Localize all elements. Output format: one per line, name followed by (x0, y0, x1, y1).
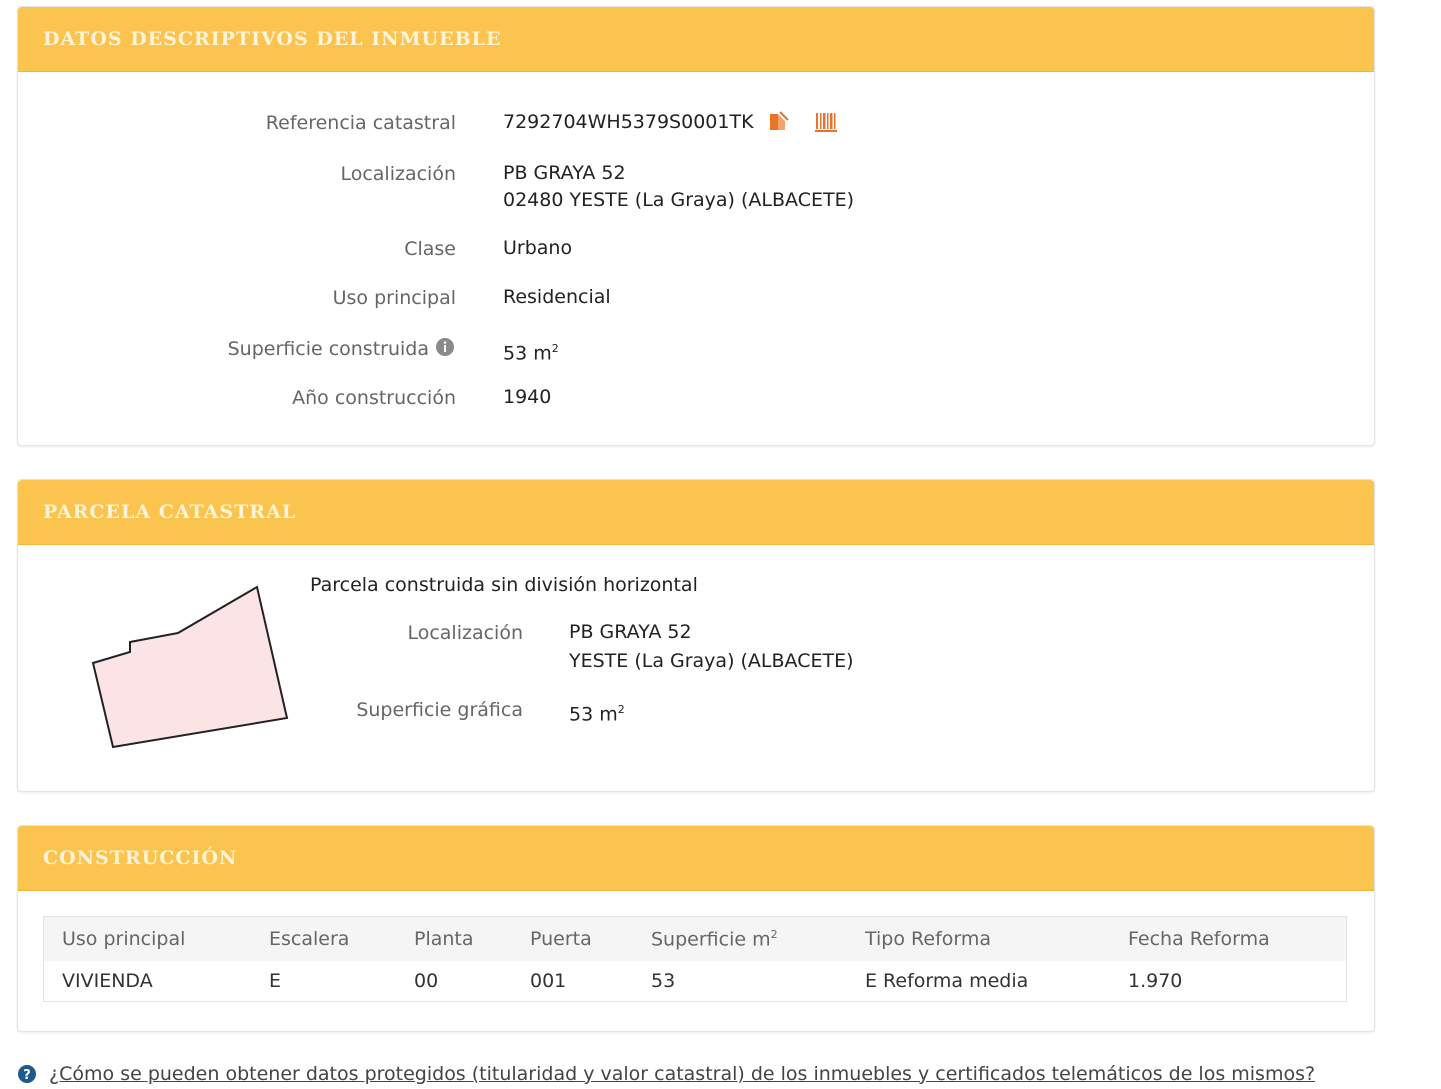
col-planta: Planta (396, 916, 512, 961)
panel-header: PARCELA CATASTRAL (18, 480, 1374, 545)
anio-value: 1940 (503, 386, 552, 408)
clase-label: Clase (404, 238, 456, 260)
anio-label: Año construcción (292, 387, 456, 409)
uso-value: Residencial (503, 286, 611, 308)
protected-data-help-link[interactable]: ¿Cómo se pueden obtener datos protegidos… (49, 1063, 1315, 1085)
localizacion-line1: PB GRAYA 52 (503, 162, 626, 184)
col-uso-principal: Uso principal (43, 916, 251, 961)
table-header-row: Uso principal Escalera Planta Puerta Sup… (43, 916, 1347, 961)
panel-header: DATOS DESCRIPTIVOS DEL INMUEBLE (18, 7, 1374, 72)
parcela-localizacion-line2: YESTE (La Graya) (ALBACETE) (569, 650, 854, 672)
copy-icon[interactable] (768, 111, 790, 133)
cell-uso: VIVIENDA (62, 970, 153, 992)
cell-superficie: 53 (651, 970, 676, 992)
cell-puerta: 001 (530, 970, 567, 992)
referencia-label: Referencia catastral (265, 112, 456, 134)
datos-descriptivos-panel: DATOS DESCRIPTIVOS DEL INMUEBLE Referenc… (17, 6, 1375, 446)
barcode-icon[interactable] (815, 111, 837, 133)
construccion-table: Uso principal Escalera Planta Puerta Sup… (43, 916, 1347, 1002)
construccion-panel: CONSTRUCCIÓN Uso principal Escalera Plan… (17, 825, 1375, 1032)
parcela-localizacion-label: Localización (407, 622, 523, 644)
panel-title: CONSTRUCCIÓN (43, 847, 238, 869)
col-superficie: Superficie m2 (633, 916, 847, 961)
panel-header: CONSTRUCCIÓN (18, 826, 1374, 891)
col-fecha-reforma: Fecha Reforma (1110, 916, 1347, 961)
cell-escalera: E (269, 970, 282, 992)
superficie-label: Superficie construida (227, 338, 429, 360)
panel-title: DATOS DESCRIPTIVOS DEL INMUEBLE (43, 28, 502, 50)
clase-value: Urbano (503, 237, 573, 259)
localizacion-line2: 02480 YESTE (La Graya) (ALBACETE) (503, 189, 854, 211)
cell-planta: 00 (414, 970, 439, 992)
help-icon: ? (17, 1064, 37, 1084)
help-footer: ? ¿Cómo se pueden obtener datos protegid… (17, 1062, 1315, 1085)
svg-text:?: ? (23, 1068, 31, 1083)
panel-title: PARCELA CATASTRAL (43, 501, 297, 523)
parcela-catastral-panel: PARCELA CATASTRAL Parcela construida sin… (17, 479, 1375, 792)
uso-label: Uso principal (332, 287, 456, 309)
col-escalera: Escalera (251, 916, 396, 961)
parcela-superficie-label: Superficie gráfica (356, 699, 523, 721)
cell-fecha-reforma: 1.970 (1128, 970, 1183, 992)
table-row: VIVIENDA E 00 001 53 E Reforma media 1.9… (44, 961, 1347, 1002)
parcel-shape-image[interactable] (88, 585, 293, 755)
parcela-superficie-value: 53 m2 (569, 703, 625, 726)
superficie-value: 53 m2 (503, 342, 559, 365)
localizacion-label: Localización (340, 163, 456, 185)
parcela-localizacion-line1: PB GRAYA 52 (569, 621, 692, 643)
col-tipo-reforma: Tipo Reforma (847, 916, 1110, 961)
col-puerta: Puerta (512, 916, 633, 961)
cell-tipo-reforma: E Reforma media (865, 970, 1029, 992)
parcela-subtitle: Parcela construida sin división horizont… (310, 574, 698, 596)
info-icon[interactable] (435, 337, 455, 357)
referencia-value: 7292704WH5379S0001TK (503, 111, 754, 133)
